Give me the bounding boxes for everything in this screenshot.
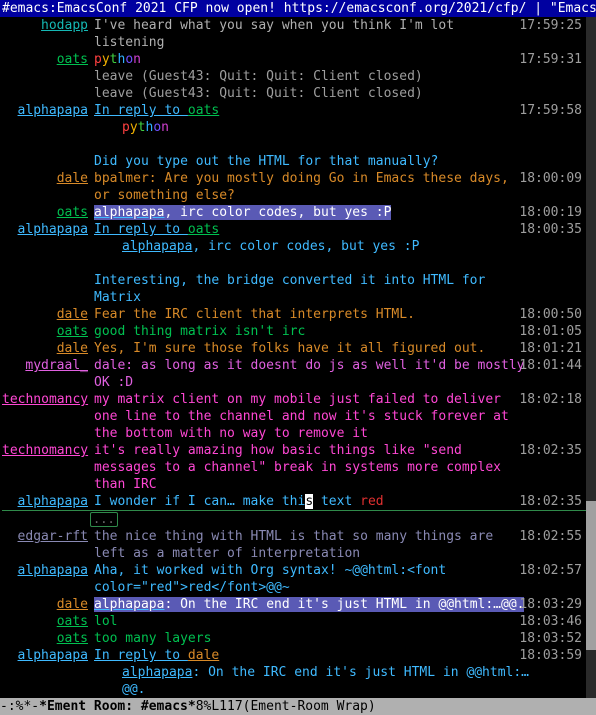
nick-column: oats xyxy=(2,204,94,221)
nick-oats[interactable]: oats xyxy=(57,631,88,646)
scrollbar[interactable] xyxy=(586,17,596,698)
scrollbar-thumb[interactable] xyxy=(586,501,596,651)
message-body[interactable]: Did you type out the HTML for that manua… xyxy=(94,153,596,170)
nick-column: mydraal_ xyxy=(2,357,94,374)
nick-column: alphapapa xyxy=(2,221,94,238)
nick-column: alphapapa xyxy=(2,102,94,119)
nick-technomancy[interactable]: technomancy xyxy=(2,443,88,458)
mention-link[interactable]: alphapapa xyxy=(94,205,164,220)
nick-alphapapa[interactable]: alphapapa xyxy=(18,648,88,663)
reply-target[interactable]: oats xyxy=(188,222,219,237)
channel-topic: EmacsConf 2021 CFP now open! https://ema… xyxy=(57,0,596,17)
nick-alphapapa[interactable]: alphapapa xyxy=(18,494,88,509)
nick-column: oats xyxy=(2,630,94,647)
nick-oats[interactable]: oats xyxy=(57,614,88,629)
text-cursor: s xyxy=(305,494,313,509)
timestamp: 18:02:35 xyxy=(519,442,582,459)
mode-line: -:%*- *Ement Room: #emacs* 8% L117 (Emen… xyxy=(0,698,596,715)
nick-oats[interactable]: oats xyxy=(57,205,88,220)
nick-column: alphapapa xyxy=(2,493,94,510)
timestamp: 18:03:46 xyxy=(519,613,582,630)
nick-alphapapa[interactable]: alphapapa xyxy=(18,222,88,237)
nick-dale[interactable]: dale xyxy=(57,307,88,322)
nick-column: dale xyxy=(2,306,94,323)
message-body[interactable]: alphapapa, irc color codes, but yes :P xyxy=(94,238,596,255)
mention-link[interactable]: alphapapa xyxy=(122,239,192,254)
nick-column: alphapapa xyxy=(2,562,94,579)
timestamp: 18:00:09 xyxy=(519,170,582,187)
fold-indicator[interactable]: ... xyxy=(90,512,118,527)
line-number: L117 xyxy=(211,698,242,715)
in-reply-to-link[interactable]: In reply to xyxy=(94,222,188,237)
rainbow-text: python xyxy=(94,52,141,67)
timestamp: 18:00:50 xyxy=(519,306,582,323)
nick-column: technomancy xyxy=(2,391,94,408)
in-reply-to-link[interactable]: In reply to xyxy=(94,648,188,663)
timestamp: 17:59:58 xyxy=(519,102,582,119)
nick-column: oats xyxy=(2,613,94,630)
timestamp: 18:00:19 xyxy=(519,204,582,221)
timestamp: 17:59:31 xyxy=(519,51,582,68)
title-bar: #emacs: EmacsConf 2021 CFP now open! htt… xyxy=(0,0,596,17)
nick-column: dale xyxy=(2,170,94,187)
timestamp: 18:02:18 xyxy=(519,391,582,408)
nick-edgarrft[interactable]: edgar-rft xyxy=(18,529,88,544)
rainbow-text: python xyxy=(122,120,169,135)
nick-column: alphapapa xyxy=(2,647,94,664)
nick-dale[interactable]: dale xyxy=(57,341,88,356)
in-reply-to-link[interactable]: In reply to xyxy=(94,103,188,118)
message-body[interactable]: leave (Guest43: Quit: Quit: Client close… xyxy=(94,85,596,102)
nick-column: technomancy xyxy=(2,442,94,459)
message-body[interactable]: Interesting, the bridge converted it int… xyxy=(94,272,596,306)
timestamp: 18:01:44 xyxy=(519,357,582,374)
timestamp: 18:01:05 xyxy=(519,323,582,340)
nick-hodapp[interactable]: hodapp xyxy=(41,18,88,33)
nick-column: dale xyxy=(2,596,94,613)
message-body[interactable]: python xyxy=(94,119,596,136)
scroll-percent: 8% xyxy=(196,698,212,715)
nick-dale[interactable]: dale xyxy=(57,171,88,186)
nick-oats[interactable]: oats xyxy=(57,324,88,339)
timestamp: 18:03:52 xyxy=(519,630,582,647)
major-mode: (Ement-Room Wrap) xyxy=(243,698,376,715)
timestamp: 18:03:59 xyxy=(519,647,582,664)
emacs-screen: #emacs: EmacsConf 2021 CFP now open! htt… xyxy=(0,0,596,715)
chat-buffer[interactable]: 17:59:25hodappI've heard what you say wh… xyxy=(0,17,596,698)
nick-mydraal[interactable]: mydraal_ xyxy=(25,358,88,373)
timestamp: 18:02:35 xyxy=(519,493,582,510)
timestamp: 18:01:21 xyxy=(519,340,582,357)
timestamp: 18:00:35 xyxy=(519,221,582,238)
nick-column: oats xyxy=(2,51,94,68)
nick-dale[interactable]: dale xyxy=(57,597,88,612)
nick-column: edgar-rft xyxy=(2,528,94,545)
timestamp: 18:03:29 xyxy=(519,596,582,613)
reply-target[interactable]: dale xyxy=(188,648,219,663)
nick-oats[interactable]: oats xyxy=(57,52,88,67)
timestamp: 18:02:55 xyxy=(519,528,582,545)
nick-column: oats xyxy=(2,323,94,340)
timestamp: 17:59:25 xyxy=(519,17,582,34)
message-body[interactable]: alphapapa: On the IRC end it's just HTML… xyxy=(94,664,596,698)
timestamp: 18:02:57 xyxy=(519,562,582,579)
mention-link[interactable]: alphapapa xyxy=(122,665,192,680)
highlighted-message: alphapapa, irc color codes, but yes :P xyxy=(94,205,391,220)
highlighted-message: alphapapa: On the IRC end it's just HTML… xyxy=(94,597,524,612)
nick-alphapapa[interactable]: alphapapa xyxy=(18,563,88,578)
nick-technomancy[interactable]: technomancy xyxy=(2,392,88,407)
nick-column: hodapp xyxy=(2,17,94,34)
nick-column: dale xyxy=(2,340,94,357)
channel-name: #emacs xyxy=(2,0,49,17)
buffer-name: *Ement Room: #emacs* xyxy=(39,698,196,715)
mention-link[interactable]: alphapapa xyxy=(94,597,164,612)
reply-target[interactable]: oats xyxy=(188,103,219,118)
nick-alphapapa[interactable]: alphapapa xyxy=(18,103,88,118)
message-body[interactable]: leave (Guest43: Quit: Quit: Client close… xyxy=(94,68,596,85)
